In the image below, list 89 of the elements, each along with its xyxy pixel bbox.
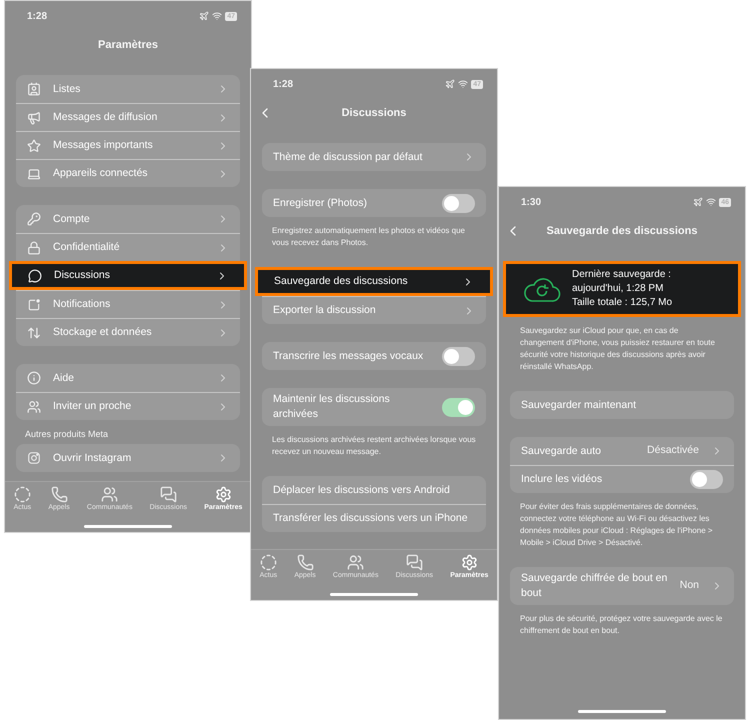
backup-size-text: Taille totale : 125,7 Mo — [572, 296, 674, 310]
row-label: Messages importants — [53, 138, 154, 153]
toggle-switch[interactable] — [442, 398, 475, 416]
row-label: Aide — [53, 370, 76, 386]
key-icon — [27, 212, 41, 226]
airplane-icon — [445, 79, 456, 89]
phone-icon — [50, 486, 68, 503]
status-ring-icon — [260, 554, 277, 571]
section-footer: Pour éviter des frais supplémentaires de données, connectez votre téléphone au Wi-Fi ou désactivez les données mobiles pour iCloud : Réglages de l'iPhone > Mobile > iCloud Drive > Désactivé. — [499, 493, 745, 549]
screen-title: Paramètres — [98, 38, 158, 53]
screen-title: Discussions — [342, 106, 406, 121]
chat-bubbles-icon — [160, 486, 177, 503]
community-icon — [347, 554, 364, 571]
row-label: Appareils connectés — [53, 166, 149, 181]
row-label: Messages de diffusion — [53, 110, 158, 125]
settings-row[interactable]: Messages importants — [16, 131, 240, 159]
section-header: Autres produits Meta — [24, 428, 110, 441]
settings-row[interactable]: Messages de diffusion — [16, 103, 240, 131]
action-row[interactable]: Déplacer les discussions vers Android — [262, 476, 486, 504]
row-label: Stockage et données — [53, 325, 153, 340]
settings-row[interactable]: Ouvrir Instagram — [16, 444, 240, 472]
status-ring-icon — [14, 486, 31, 503]
airplane-icon — [693, 197, 704, 207]
section-footer: Enregistrez automatiquement les photos et vidéos que vous recevez dans Photos. — [251, 217, 497, 249]
settings-row[interactable]: Discussions — [9, 261, 247, 290]
star-icon — [27, 138, 41, 152]
settings-row[interactable]: Compte — [16, 205, 240, 233]
row-label: Maintenir les discussions archivées — [273, 392, 391, 422]
contact-card-icon — [27, 82, 41, 96]
settings-row[interactable]: Sauvegarde auto Désactivée — [510, 437, 734, 465]
info-icon — [27, 371, 41, 385]
laptop-icon — [27, 166, 41, 180]
settings-row[interactable]: Notifications — [16, 290, 240, 318]
settings-row[interactable]: Exporter la discussion — [262, 296, 486, 324]
last-backup-text: Dernière sauvegarde : aujourd'hui, 1:28 PM — [572, 268, 672, 296]
toggle-switch[interactable] — [442, 346, 475, 366]
status-time: 1:28 — [273, 78, 294, 92]
lock-icon — [27, 240, 41, 254]
row-label: Sauvegarde auto — [521, 444, 602, 458]
people-icon — [27, 400, 41, 414]
phone-icon — [296, 554, 314, 571]
settings-icon — [460, 554, 478, 571]
row-label: Transcrire les messages vocaux — [273, 348, 424, 364]
settings-row[interactable]: Stockage et données — [16, 318, 240, 346]
settings-row[interactable]: Thème de discussion par défaut — [262, 143, 486, 171]
community-icon — [101, 486, 118, 503]
row-label: Thème de discussion par défaut — [273, 150, 424, 164]
row-value: Désactivée — [647, 443, 699, 458]
screen-title: Sauvegarde des discussions — [546, 224, 698, 239]
row-label: Confidentialité — [53, 240, 121, 255]
row-value: Non — [680, 578, 699, 594]
row-label: Discussions — [54, 268, 112, 283]
settings-row[interactable]: Appareils connectés — [16, 159, 240, 187]
row-label: Notifications — [53, 297, 112, 312]
section-footer: Les discussions archivées restent archivées lorsque vous recevez un nouveau message. — [251, 426, 497, 458]
megaphone-icon — [27, 110, 41, 124]
row-label: Ouvrir Instagram — [53, 450, 132, 466]
status-time: 1:30 — [521, 196, 542, 210]
status-time: 1:28 — [27, 10, 48, 24]
toggle-switch[interactable] — [690, 470, 723, 489]
wifi-icon — [706, 197, 716, 207]
row-label: Sauvegarde des discussions — [274, 274, 409, 289]
row-label: Enregistrer (Photos) — [273, 196, 368, 210]
action-row[interactable]: Sauvegarder maintenant — [510, 391, 734, 419]
cloud-sync-icon — [522, 275, 562, 303]
row-label: Listes — [53, 82, 82, 96]
chat-bubble-icon — [28, 268, 42, 282]
action-row[interactable]: Transférer les discussions vers un iPhone — [262, 504, 486, 532]
section-footer: Sauvegardez sur iCloud pour que, en cas de changement d'iPhone, vous puissiez restaurer en toute sécurité votre historique des discussions après avoir réinstallé WhatsApp. — [499, 317, 745, 373]
settings-row[interactable]: Listes — [16, 75, 240, 103]
row-label: Exporter la discussion — [273, 303, 377, 318]
settings-row[interactable]: Aide — [16, 364, 240, 392]
camera-icon — [27, 451, 41, 465]
row-label: Inclure les vidéos — [521, 472, 604, 487]
settings-row[interactable]: Sauvegarde chiffrée de bout en bout Non — [510, 567, 734, 605]
row-label: Sauvegarde chiffrée de bout en bout — [521, 571, 668, 601]
notification-icon — [27, 298, 41, 312]
settings-icon — [214, 486, 232, 503]
settings-row[interactable]: Inviter un proche — [16, 392, 240, 420]
chat-bubbles-icon — [406, 554, 423, 571]
wifi-icon — [458, 79, 468, 89]
settings-row[interactable]: Sauvegarde des discussions — [255, 267, 493, 296]
row-label: Inviter un proche — [53, 399, 132, 414]
up-down-arrows-icon — [27, 326, 41, 340]
row-label: Compte — [53, 212, 91, 226]
toggle-switch[interactable] — [442, 194, 475, 212]
wifi-icon — [212, 11, 222, 21]
airplane-icon — [199, 11, 210, 21]
section-footer: Pour plus de sécurité, protégez votre sauvegarde avec le chiffrement de bout en bout. — [499, 605, 745, 637]
